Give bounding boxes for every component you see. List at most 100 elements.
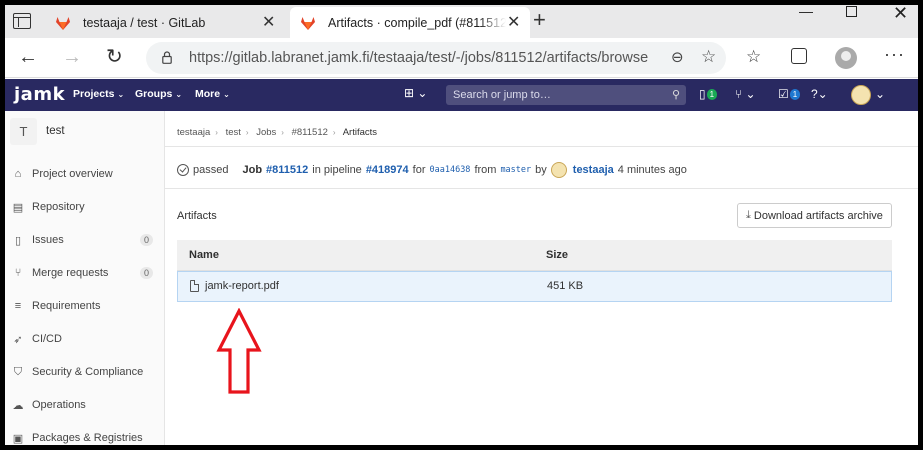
browser-window: testaaja / test · GitLab ✕ Artifacts · c… (5, 5, 918, 445)
minimize-icon[interactable]: — (799, 5, 813, 19)
by-text: by (535, 164, 547, 176)
projects-menu[interactable]: Projects ⌄ (73, 88, 124, 100)
commit-link[interactable]: 0aa14638 (429, 165, 470, 175)
sidebar-item-security[interactable]: ⛉ Security & Compliance (5, 357, 165, 387)
job-link[interactable]: #811512 (266, 164, 308, 176)
sidebar-item-requirements[interactable]: ≡ Requirements (5, 291, 165, 321)
file-name[interactable]: jamk-report.pdf (205, 280, 279, 292)
gitlab-top-nav: jamk Projects ⌄ Groups ⌄ More ⌄ ⊞ ⌄ Search … (5, 79, 918, 111)
new-item-button[interactable]: ⊞ ⌄ (404, 86, 436, 104)
project-name: test (46, 125, 65, 137)
artifacts-heading: Artifacts (177, 210, 217, 222)
file-icon (190, 280, 199, 292)
job-info-bar: passed Job #811512 in pipeline #418974 f… (177, 162, 687, 178)
job-status: passed (193, 164, 229, 176)
sidebar-item-issues[interactable]: ▯ Issues 0 (5, 225, 165, 255)
maximize-icon[interactable] (846, 6, 857, 17)
package-icon: ▣ (12, 432, 24, 445)
sidebar-item-packages[interactable]: ▣ Packages & Registries (5, 423, 165, 445)
sidebar-item-label: CI/CD (32, 333, 62, 345)
browser-tab-artifacts[interactable]: Artifacts · compile_pdf (#811512) ✕ (290, 7, 530, 38)
breadcrumb-item[interactable]: test (226, 127, 241, 138)
groups-menu[interactable]: Groups ⌄ (135, 88, 182, 100)
tab-title: testaaja / test · GitLab (83, 15, 206, 30)
browser-toolbar: ← → ↻ https://gitlab.labranet.jamk.fi/te… (5, 38, 918, 78)
sidebar-item-label: Issues (32, 234, 64, 246)
home-icon: ⌂ (14, 168, 22, 180)
project-avatar: T (10, 117, 37, 145)
collections-icon[interactable] (791, 48, 807, 64)
sidebar-item-label: Operations (32, 399, 86, 411)
breadcrumb: testaaja › test › Jobs › #811512 › Artifacts (177, 127, 377, 138)
sidebar-item-operations[interactable]: ☁ Operations (5, 390, 165, 420)
table-row[interactable]: jamk-report.pdf 451 KB (177, 271, 892, 302)
breadcrumb-item[interactable]: Jobs (256, 127, 276, 138)
merge-requests-nav-icon[interactable]: ⑂ ⌄ (735, 87, 756, 101)
search-placeholder: Search or jump to… (453, 89, 551, 101)
issues-icon: ▯ (14, 234, 22, 247)
chevron-down-icon: ⌄ (223, 90, 230, 99)
breadcrumb-item[interactable]: testaaja (177, 127, 210, 138)
column-header-name: Name (189, 249, 219, 261)
sidebar-item-repository[interactable]: ▤ Repository (5, 192, 165, 222)
zoom-out-icon[interactable]: ⊖ (671, 48, 684, 66)
close-icon[interactable]: ✕ (262, 12, 275, 32)
sidebar-item-label: Requirements (32, 300, 101, 312)
window-close-icon[interactable]: ✕ (893, 5, 908, 24)
requirements-icon: ≡ (14, 300, 22, 312)
job-label: Job (242, 164, 263, 176)
project-sidebar: T test ⌂ Project overview ▤ Repository ▯ Is… (5, 111, 165, 445)
chevron-down-icon[interactable]: ⌄ (875, 87, 885, 101)
breadcrumb-item[interactable]: #811512 (292, 127, 328, 138)
sidebar-item-label: Repository (32, 201, 85, 213)
download-button-label: Download artifacts archive (753, 209, 883, 222)
chevron-right-icon: › (245, 128, 249, 137)
more-menu-icon[interactable]: ··· (884, 44, 905, 65)
user-avatar[interactable] (550, 162, 567, 178)
close-icon[interactable]: ✕ (507, 12, 520, 32)
url-text: https://gitlab.labranet.jamk.fi/testaaja… (189, 50, 649, 66)
user-link[interactable]: testaaja (573, 164, 614, 176)
pipeline-link[interactable]: #418974 (366, 164, 409, 176)
sidebar-item-project-overview[interactable]: ⌂ Project overview (5, 159, 165, 189)
more-menu[interactable]: More ⌄ (195, 88, 230, 100)
search-input[interactable]: Search or jump to… ⚲ (446, 85, 686, 105)
project-header[interactable]: T test (5, 111, 165, 151)
sidebar-item-label: Packages & Registries (32, 432, 143, 444)
browser-tab-project[interactable]: testaaja / test · GitLab ✕ (55, 7, 285, 38)
address-bar[interactable]: https://gitlab.labranet.jamk.fi/testaaja… (146, 42, 726, 74)
tab-title: Artifacts · compile_pdf (#811512) (328, 15, 506, 30)
cloud-icon: ☁ (12, 399, 24, 412)
sidebar-item-cicd[interactable]: ➶ CI/CD (5, 324, 165, 354)
issues-nav-icon[interactable]: ▯ 1 (699, 87, 718, 101)
gitlab-fox-icon (301, 16, 315, 30)
merge-requests-count: 0 (139, 267, 153, 279)
download-artifacts-button[interactable]: ⤓ Download artifacts archive (737, 203, 892, 228)
job-time: 4 minutes ago (617, 164, 687, 176)
todos-nav-icon[interactable]: ☑ 1 (778, 87, 801, 101)
chevron-down-icon: ⌄ (117, 90, 125, 99)
reload-icon[interactable]: ↻ (106, 47, 123, 67)
table-header: Name Size (177, 240, 892, 271)
column-header-size: Size (546, 249, 569, 261)
help-icon[interactable]: ?⌄ (811, 87, 828, 101)
add-favorite-icon[interactable]: ☆ (701, 47, 716, 67)
sidebar-item-label: Merge requests (32, 267, 109, 279)
back-arrow-icon[interactable]: ← (18, 47, 38, 67)
user-avatar[interactable] (851, 85, 871, 105)
gitlab-fox-icon (56, 16, 70, 30)
forward-arrow-icon[interactable]: → (62, 47, 82, 67)
favorites-icon[interactable]: ☆ (746, 47, 761, 67)
sidebar-item-merge-requests[interactable]: ⑂ Merge requests 0 (5, 258, 165, 288)
shield-icon: ⛉ (13, 365, 23, 378)
doc-icon: ▤ (12, 201, 24, 214)
profile-avatar[interactable] (835, 47, 857, 69)
new-tab-icon[interactable]: + (533, 9, 546, 31)
tab-actions-icon[interactable] (13, 13, 31, 29)
in-pipeline-text: in pipeline (312, 164, 362, 176)
breadcrumb-current[interactable]: Artifacts (343, 127, 377, 138)
todo-count-badge: 1 (706, 89, 718, 100)
search-icon: ⚲ (671, 89, 680, 101)
branch-link[interactable]: master (500, 165, 531, 175)
jamk-logo[interactable]: jamk (14, 84, 65, 105)
